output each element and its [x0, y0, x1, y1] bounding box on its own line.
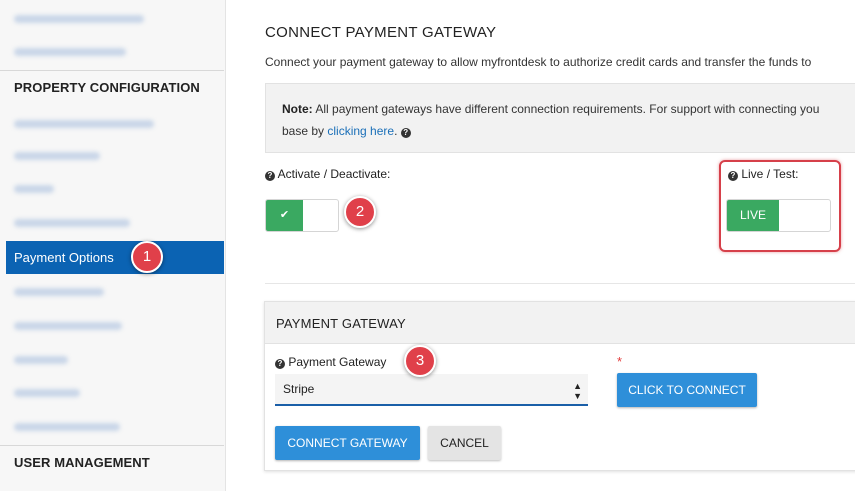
highlight-box: [719, 160, 841, 252]
note-label: Note:: [282, 102, 313, 116]
page-description: Connect your payment gateway to allow my…: [265, 55, 812, 69]
note-text: All payment gateways have different conn…: [312, 102, 820, 116]
required-marker: *: [617, 354, 623, 369]
sidebar-item-blurred[interactable]: [14, 48, 126, 56]
payment-gateway-value: Stripe: [283, 382, 315, 396]
sidebar-item-blurred[interactable]: [14, 120, 154, 128]
check-icon: ✔: [266, 200, 303, 231]
gateway-label-row: ? Payment Gateway: [275, 355, 386, 369]
callout-2: 2: [344, 196, 376, 228]
panel-title: PAYMENT GATEWAY: [265, 302, 855, 344]
sidebar-item-blurred[interactable]: [14, 15, 144, 23]
sidebar-item-blurred[interactable]: [14, 219, 130, 227]
up-down-arrow-icon: ▲ ▼: [573, 381, 582, 401]
sidebar-item-blurred[interactable]: [14, 152, 100, 160]
support-link[interactable]: clicking here: [327, 124, 394, 138]
sidebar-item-blurred[interactable]: [14, 356, 68, 364]
callout-1: 1: [131, 241, 163, 273]
note-text-prefix: base by: [282, 124, 328, 138]
sidebar: PROPERTY CONFIGURATION Payment Options U…: [0, 0, 226, 491]
sidebar-item-blurred[interactable]: [14, 288, 104, 296]
divider: [265, 283, 855, 284]
sidebar-item-blurred[interactable]: [14, 389, 80, 397]
sidebar-item-blurred[interactable]: [14, 322, 122, 330]
activate-label-row: ? Activate / Deactivate:: [265, 167, 390, 181]
note-box: Note: All payment gateways have differen…: [265, 83, 855, 153]
activate-label: Activate / Deactivate:: [277, 167, 391, 181]
sidebar-item-payment-options[interactable]: Payment Options: [6, 241, 224, 274]
payment-gateway-select[interactable]: Stripe ▲ ▼: [275, 374, 588, 406]
question-circle-icon: ?: [265, 171, 275, 181]
activate-toggle[interactable]: ✔: [265, 199, 339, 232]
sidebar-item-blurred[interactable]: [14, 423, 120, 431]
cancel-button[interactable]: CANCEL: [428, 426, 501, 460]
gateway-label: Payment Gateway: [288, 355, 387, 369]
sidebar-item-blurred[interactable]: [14, 185, 54, 193]
click-to-connect-button[interactable]: CLICK TO CONNECT: [617, 373, 757, 407]
question-circle-icon: ?: [275, 359, 285, 369]
sidebar-section-user-management[interactable]: USER MANAGEMENT: [0, 445, 224, 479]
sidebar-section-property-configuration[interactable]: PROPERTY CONFIGURATION: [0, 70, 224, 104]
connect-gateway-button[interactable]: CONNECT GATEWAY: [275, 426, 420, 460]
question-circle-icon: ?: [400, 128, 411, 138]
note-text-suffix: .: [394, 124, 401, 138]
callout-3: 3: [404, 345, 436, 377]
page-title: CONNECT PAYMENT GATEWAY: [265, 24, 497, 41]
